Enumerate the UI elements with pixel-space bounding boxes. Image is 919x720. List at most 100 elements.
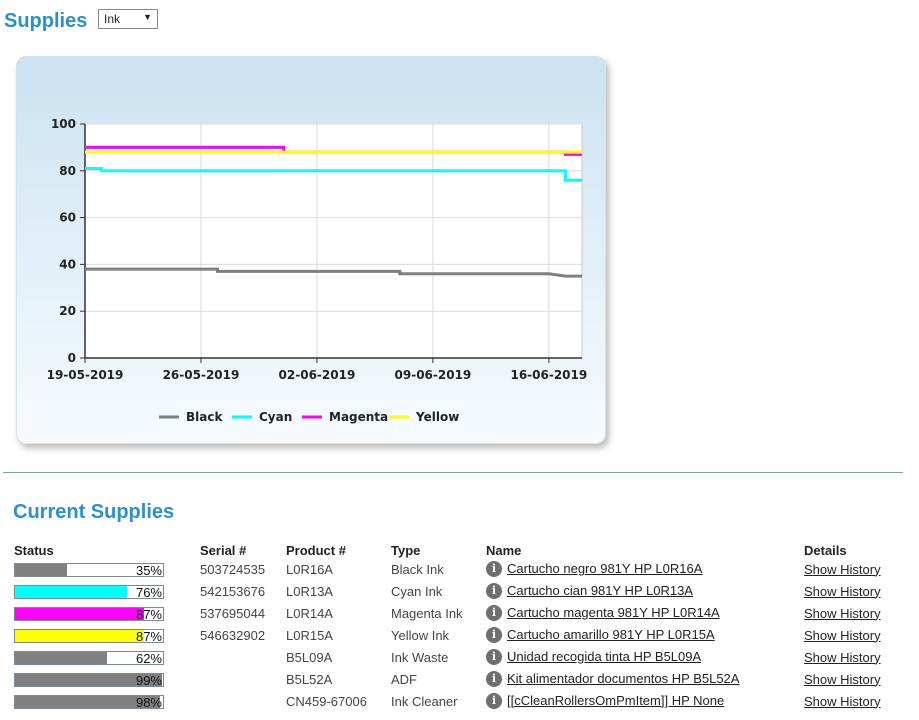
level-fill xyxy=(15,564,67,576)
product-cell: B5L09A xyxy=(286,649,333,665)
supply-name-link[interactable]: Unidad recogida tinta HP B5L09A xyxy=(507,649,701,664)
serial-cell: 537695044 xyxy=(200,605,266,621)
y-tick-label: 80 xyxy=(59,164,76,178)
name-cell: i Cartucho cian 981Y HP L0R13A xyxy=(486,580,804,602)
show-history-link[interactable]: Show History xyxy=(804,650,881,665)
supply-name-link[interactable]: Kit alimentador documentos HP B5L52A xyxy=(507,671,739,686)
product-cell: L0R16A xyxy=(286,561,333,577)
level-bar: 35% xyxy=(14,563,164,578)
details-cell: Show History xyxy=(804,690,914,712)
level-percent: 87% xyxy=(135,607,162,622)
type-cell: ADF xyxy=(391,671,417,687)
level-bar: 76% xyxy=(14,585,164,600)
table-row: 98% CN459-67006 Ink Cleaner i [[cCleanRoller… xyxy=(14,690,914,712)
header-type: Type xyxy=(391,543,421,558)
info-icon[interactable]: i xyxy=(486,649,502,666)
x-tick-label: 09-06-2019 xyxy=(395,368,472,382)
product-cell: L0R14A xyxy=(286,605,333,621)
y-tick-label: 100 xyxy=(51,117,76,131)
supply-name-link[interactable]: Cartucho negro 981Y HP L0R16A xyxy=(507,561,702,576)
x-tick-label: 16-06-2019 xyxy=(510,368,587,382)
status-cell: 87% xyxy=(14,602,200,624)
supply-type-dropdown[interactable]: Ink ▼ xyxy=(98,9,158,29)
info-icon[interactable]: i xyxy=(486,671,502,688)
level-fill xyxy=(15,586,128,598)
details-cell: Show History xyxy=(804,558,914,580)
supply-name-link[interactable]: [[cCleanRollersOmPmItem]] HP None xyxy=(507,693,724,708)
legend-label: Magenta xyxy=(329,410,388,424)
status-cell: 35% xyxy=(14,558,200,580)
level-percent: 99% xyxy=(135,673,162,688)
type-cell: Yellow Ink xyxy=(391,627,450,643)
status-cell: 98% xyxy=(14,690,200,712)
details-cell: Show History xyxy=(804,646,914,668)
level-percent: 35% xyxy=(135,563,162,578)
level-bar: 87% xyxy=(14,629,164,644)
show-history-link[interactable]: Show History xyxy=(804,606,881,621)
info-icon[interactable]: i xyxy=(486,583,502,600)
x-tick-label: 26-05-2019 xyxy=(163,368,240,382)
header-status: Status xyxy=(14,543,54,558)
product-cell: CN459-67006 xyxy=(286,693,367,709)
type-cell: Ink Cleaner xyxy=(391,693,458,709)
product-cell: B5L52A xyxy=(286,671,333,687)
level-bar: 62% xyxy=(14,651,164,666)
y-tick-label: 60 xyxy=(59,211,76,225)
product-cell: L0R15A xyxy=(286,627,333,643)
table-row: 87% 546632902 L0R15A Yellow Ink i Cartucho am… xyxy=(14,624,914,646)
type-cell: Ink Waste xyxy=(391,649,449,665)
name-cell: i Cartucho magenta 981Y HP L0R14A xyxy=(486,602,804,624)
table-row: 87% 537695044 L0R14A Magenta Ink i Cartucho m… xyxy=(14,602,914,624)
name-cell: i Cartucho amarillo 981Y HP L0R15A xyxy=(486,624,804,646)
legend-label: Cyan xyxy=(259,410,292,424)
serial-cell: 503724535 xyxy=(200,561,266,577)
level-percent: 76% xyxy=(135,585,162,600)
status-cell: 99% xyxy=(14,668,200,690)
table-row: 62% B5L09A Ink Waste i Unidad recogida tinta… xyxy=(14,646,914,668)
level-fill xyxy=(15,652,107,664)
table-row: 99% B5L52A ADF i Kit alimentador documentos … xyxy=(14,668,914,690)
legend-label: Black xyxy=(186,410,223,424)
show-history-link[interactable]: Show History xyxy=(804,584,881,599)
type-cell: Magenta Ink xyxy=(391,605,463,621)
info-icon[interactable]: i xyxy=(486,627,502,644)
header-product: Product # xyxy=(286,543,346,558)
table-row: 76% 542153676 L0R13A Cyan Ink i Cartucho cian… xyxy=(14,580,914,602)
chart-svg: 0 20 40 60 80 100 19-05-2019 26-05-2019 02-06-20… xyxy=(47,117,588,424)
header-name: Name xyxy=(486,543,522,558)
name-cell: i Unidad recogida tinta HP B5L09A xyxy=(486,646,804,668)
table-header-row: Status Serial # Product # Type Name Deta… xyxy=(14,540,914,558)
y-tick-label: 0 xyxy=(68,351,76,365)
supply-name-link[interactable]: Cartucho amarillo 981Y HP L0R15A xyxy=(507,627,715,642)
page-title: Supplies xyxy=(4,10,88,32)
section-divider xyxy=(3,472,903,473)
status-cell: 76% xyxy=(14,580,200,602)
level-percent: 87% xyxy=(135,629,162,644)
status-cell: 87% xyxy=(14,624,200,646)
x-tick-label: 02-06-2019 xyxy=(279,368,356,382)
info-icon[interactable]: i xyxy=(486,693,502,710)
info-icon[interactable]: i xyxy=(486,605,502,622)
name-cell: i Kit alimentador documentos HP B5L52A xyxy=(486,668,804,690)
dropdown-value: Ink xyxy=(104,12,121,26)
show-history-link[interactable]: Show History xyxy=(804,672,881,687)
current-supplies-title: Current Supplies xyxy=(13,501,175,523)
name-cell: i Cartucho negro 981Y HP L0R16A xyxy=(486,558,804,580)
y-tick-label: 20 xyxy=(59,304,76,318)
supplies-table: Status Serial # Product # Type Name Deta… xyxy=(14,540,914,712)
show-history-link[interactable]: Show History xyxy=(804,628,881,643)
header-serial: Serial # xyxy=(200,543,247,558)
info-icon[interactable]: i xyxy=(486,561,502,578)
show-history-link[interactable]: Show History xyxy=(804,562,881,577)
supply-name-link[interactable]: Cartucho cian 981Y HP L0R13A xyxy=(507,583,693,598)
show-history-link[interactable]: Show History xyxy=(804,694,881,709)
name-cell: i [[cCleanRollersOmPmItem]] HP None xyxy=(486,690,804,712)
header-details: Details xyxy=(804,543,847,558)
level-percent: 62% xyxy=(135,651,162,666)
supply-name-link[interactable]: Cartucho magenta 981Y HP L0R14A xyxy=(507,605,720,620)
level-bar: 98% xyxy=(14,695,164,710)
type-cell: Cyan Ink xyxy=(391,583,443,599)
serial-cell: 546632902 xyxy=(200,627,266,643)
legend-label: Yellow xyxy=(415,410,459,424)
triangle-down-icon: ▼ xyxy=(143,12,152,22)
